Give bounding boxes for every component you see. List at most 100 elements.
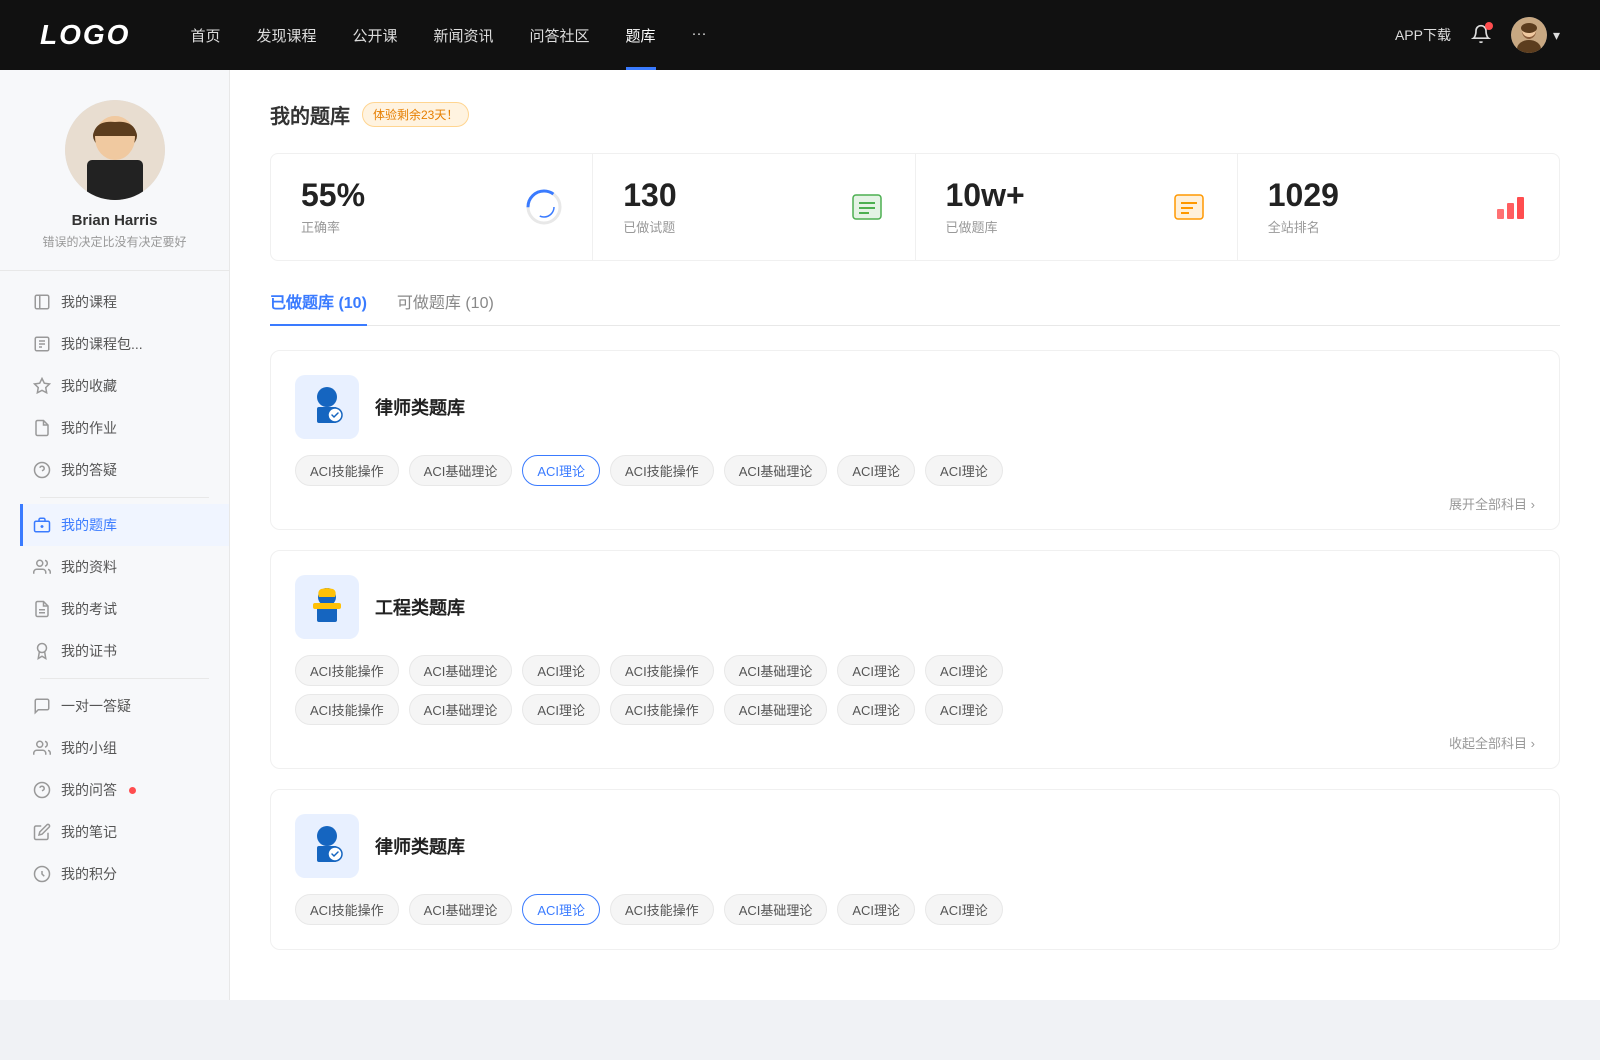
tag-2-3[interactable]: ACI技能操作 (610, 655, 714, 686)
bank-card-lawyer-1: 律师类题库 ACI技能操作 ACI基础理论 ACI理论 ACI技能操作 ACI基… (270, 350, 1560, 530)
stat-done-banks: 10w+ 已做题库 (916, 154, 1238, 260)
tag-1-6[interactable]: ACI理论 (925, 455, 1003, 486)
tag-2-0[interactable]: ACI技能操作 (295, 655, 399, 686)
tags-row-3: ACI技能操作 ACI基础理论 ACI理论 ACI技能操作 ACI基础理论 AC… (295, 894, 1535, 925)
done-questions-value: 130 (623, 178, 832, 213)
tab-done-banks[interactable]: 已做题库 (10) (270, 289, 367, 325)
sidebar-item-data[interactable]: 我的资料 (20, 546, 229, 588)
tag-3-5[interactable]: ACI理论 (837, 894, 915, 925)
nav-link-news[interactable]: 新闻资讯 (434, 25, 494, 46)
nav-link-courses[interactable]: 发现课程 (256, 25, 316, 46)
tag-1-5[interactable]: ACI理论 (837, 455, 915, 486)
tags-row-1: ACI技能操作 ACI基础理论 ACI理论 ACI技能操作 ACI基础理论 AC… (295, 455, 1535, 486)
sidebar-item-myqa[interactable]: 我的问答 (20, 769, 229, 811)
tag-2-10[interactable]: ACI技能操作 (610, 694, 714, 725)
tag-3-3[interactable]: ACI技能操作 (610, 894, 714, 925)
tag-1-3[interactable]: ACI技能操作 (610, 455, 714, 486)
sidebar: Brian Harris 错误的决定比没有决定要好 我的课程 我的课程包... (0, 70, 230, 1000)
lawyer-bank-icon-2 (295, 814, 359, 878)
nav-right: APP下载 ▾ (1395, 17, 1560, 53)
app-download-link[interactable]: APP下载 (1395, 25, 1451, 45)
dropdown-icon: ▾ (1553, 27, 1560, 44)
sidebar-item-score[interactable]: 我的积分 (20, 853, 229, 895)
tag-2-8[interactable]: ACI基础理论 (409, 694, 513, 725)
tag-3-4[interactable]: ACI基础理论 (724, 894, 828, 925)
avatar (65, 100, 165, 200)
sidebar-item-course[interactable]: 我的课程 (20, 281, 229, 323)
bank-title-2: 工程类题库 (375, 594, 465, 620)
note-icon (33, 823, 51, 841)
nav-link-qa[interactable]: 问答社区 (530, 25, 590, 46)
nav-links: 首页 发现课程 公开课 新闻资讯 问答社区 题库 ··· (190, 25, 1395, 46)
rank-value: 1029 (1268, 178, 1477, 213)
user-avatar (1511, 17, 1547, 53)
accuracy-icon (526, 189, 562, 225)
tag-3-2[interactable]: ACI理论 (522, 894, 600, 925)
nav-link-more[interactable]: ··· (692, 25, 707, 46)
questions-icon (849, 189, 885, 225)
nav-link-open[interactable]: 公开课 (352, 25, 397, 46)
accuracy-label: 正确率 (301, 217, 510, 236)
sidebar-item-oto[interactable]: 一对一答疑 (20, 685, 229, 727)
tag-3-0[interactable]: ACI技能操作 (295, 894, 399, 925)
sidebar-item-package[interactable]: 我的课程包... (20, 323, 229, 365)
collapse-link-2[interactable]: 收起全部科目 › (295, 733, 1535, 752)
page-title: 我的题库 (270, 100, 350, 129)
sidebar-profile: Brian Harris 错误的决定比没有决定要好 (0, 100, 229, 271)
tag-2-7[interactable]: ACI技能操作 (295, 694, 399, 725)
tag-1-1[interactable]: ACI基础理论 (409, 455, 513, 486)
notification-bell[interactable] (1471, 24, 1491, 47)
profile-motto: 错误的决定比没有决定要好 (42, 233, 186, 250)
sidebar-item-favorites[interactable]: 我的收藏 (20, 365, 229, 407)
tag-3-1[interactable]: ACI基础理论 (409, 894, 513, 925)
tag-2-12[interactable]: ACI理论 (837, 694, 915, 725)
tag-3-6[interactable]: ACI理论 (925, 894, 1003, 925)
star-icon (33, 377, 51, 395)
logo: LOGO (40, 19, 130, 51)
tag-2-1[interactable]: ACI基础理论 (409, 655, 513, 686)
score-icon (33, 865, 51, 883)
oto-icon (33, 697, 51, 715)
tag-2-6[interactable]: ACI理论 (925, 655, 1003, 686)
sidebar-menu: 我的课程 我的课程包... 我的收藏 我的作业 (0, 281, 229, 895)
notification-dot (1485, 22, 1493, 30)
done-questions-label: 已做试题 (623, 217, 832, 236)
tag-2-4[interactable]: ACI基础理论 (724, 655, 828, 686)
done-banks-value: 10w+ (946, 178, 1155, 213)
tag-2-11[interactable]: ACI基础理论 (724, 694, 828, 725)
sidebar-item-cert[interactable]: 我的证书 (20, 630, 229, 672)
tag-1-0[interactable]: ACI技能操作 (295, 455, 399, 486)
sidebar-item-exam[interactable]: 我的考试 (20, 588, 229, 630)
tabs-row: 已做题库 (10) 可做题库 (10) (270, 289, 1560, 326)
bank-card-engineer: 工程类题库 ACI技能操作 ACI基础理论 ACI理论 ACI技能操作 ACI基… (270, 550, 1560, 769)
tag-2-9[interactable]: ACI理论 (522, 694, 600, 725)
tag-1-4[interactable]: ACI基础理论 (724, 455, 828, 486)
tag-2-2[interactable]: ACI理论 (522, 655, 600, 686)
page-layout: Brian Harris 错误的决定比没有决定要好 我的课程 我的课程包... (0, 70, 1600, 1000)
nav-link-home[interactable]: 首页 (190, 25, 220, 46)
sidebar-item-homework[interactable]: 我的作业 (20, 407, 229, 449)
page-header: 我的题库 体验剩余23天！ (270, 100, 1560, 129)
done-banks-label: 已做题库 (946, 217, 1155, 236)
myqa-icon (33, 781, 51, 799)
bank-card-header-1: 律师类题库 (295, 375, 1535, 439)
trial-badge: 体验剩余23天！ (362, 102, 469, 127)
sidebar-item-note[interactable]: 我的笔记 (20, 811, 229, 853)
sidebar-item-qa[interactable]: 我的答疑 (20, 449, 229, 491)
tab-available-banks[interactable]: 可做题库 (10) (397, 289, 494, 325)
expand-link-1[interactable]: 展开全部科目 › (295, 494, 1535, 513)
sidebar-item-group[interactable]: 我的小组 (20, 727, 229, 769)
tag-1-2[interactable]: ACI理论 (522, 455, 600, 486)
package-icon (33, 335, 51, 353)
exam-icon (33, 600, 51, 618)
stats-row: 55% 正确率 130 已做试题 (270, 153, 1560, 261)
rank-icon (1493, 189, 1529, 225)
user-avatar-dropdown[interactable]: ▾ (1511, 17, 1560, 53)
qa-notification-dot (129, 787, 136, 794)
lawyer-bank-icon-1 (295, 375, 359, 439)
tag-2-13[interactable]: ACI理论 (925, 694, 1003, 725)
nav-link-bank[interactable]: 题库 (626, 25, 656, 46)
main-content: 我的题库 体验剩余23天！ 55% 正确率 (230, 70, 1600, 1000)
sidebar-item-bank[interactable]: 我的题库 (20, 504, 229, 546)
tag-2-5[interactable]: ACI理论 (837, 655, 915, 686)
